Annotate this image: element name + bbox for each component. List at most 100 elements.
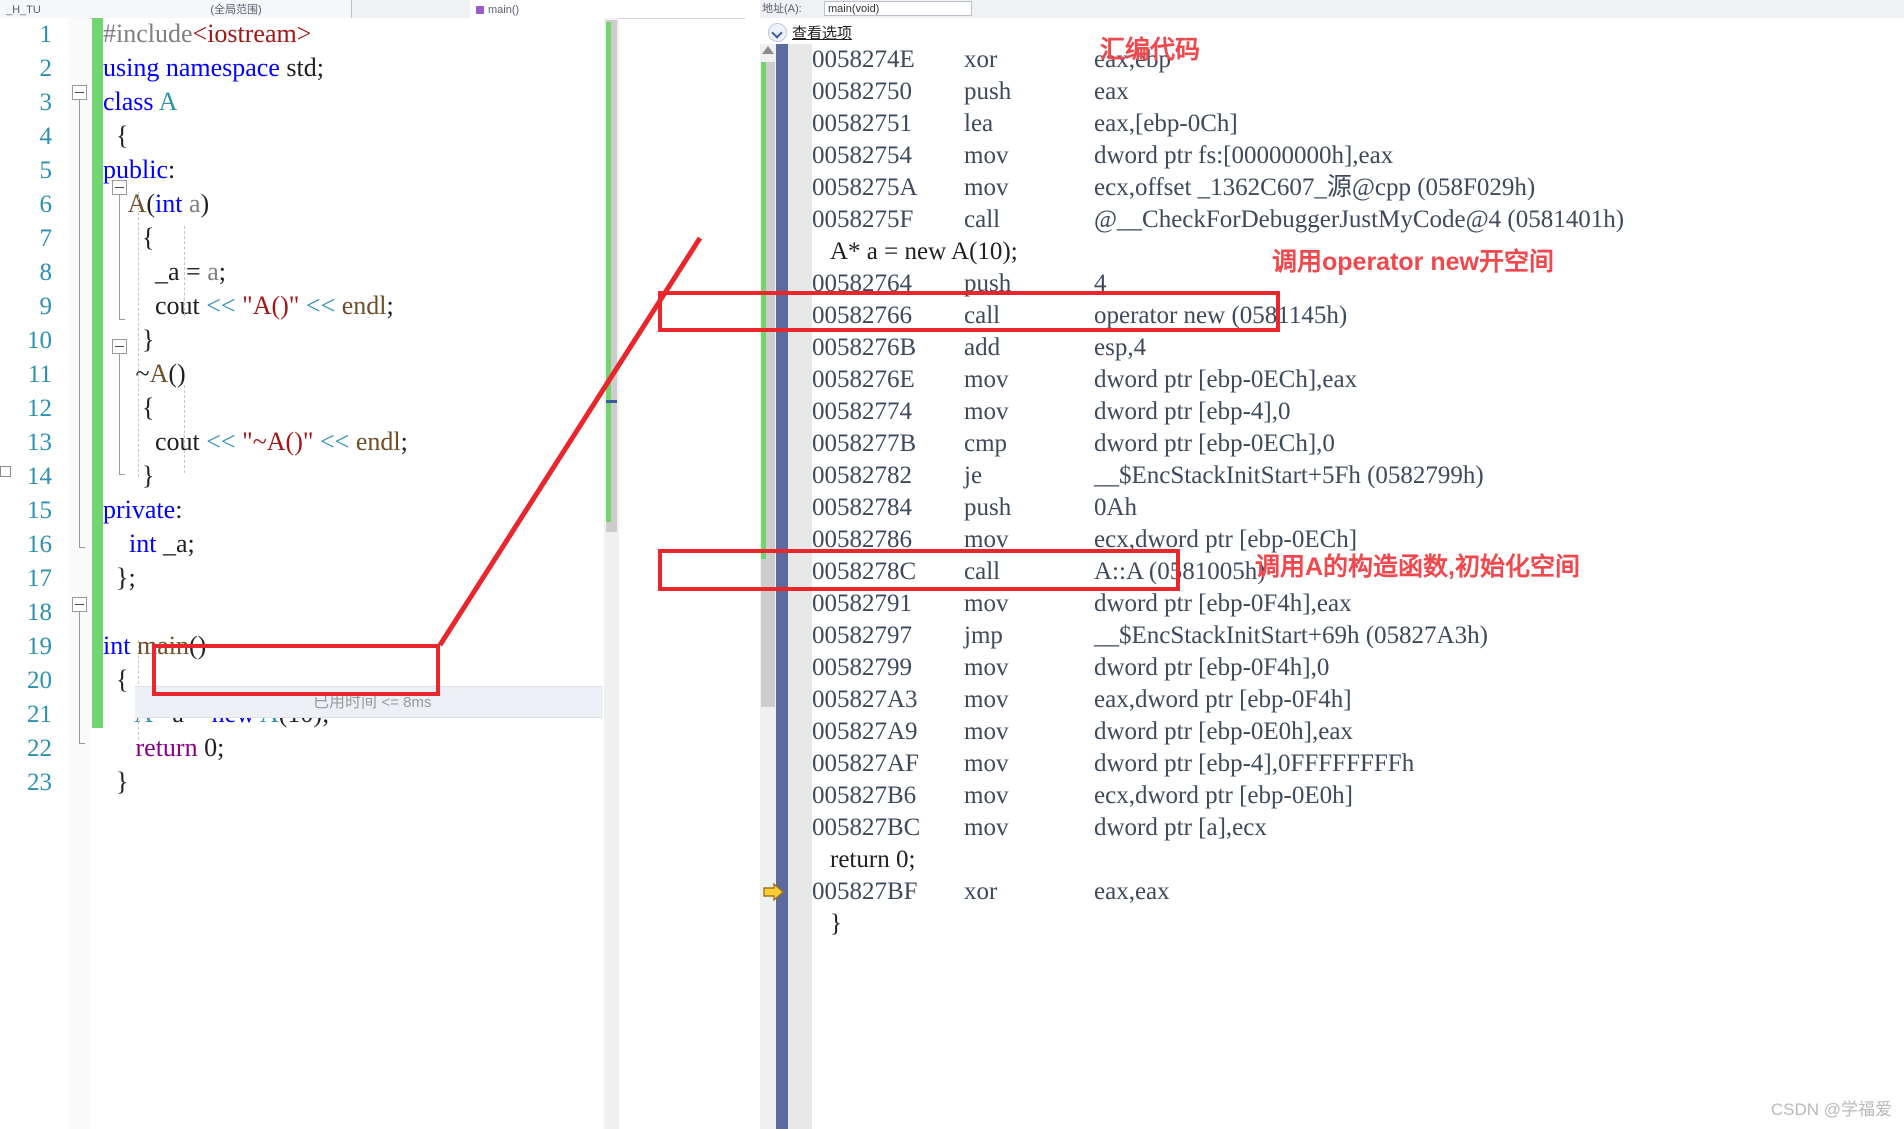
instruction-address: 005827BC <box>812 814 921 841</box>
code-line[interactable]: int main() <box>103 629 206 663</box>
code-token: << <box>305 291 336 320</box>
view-options-link[interactable]: 查看选项 <box>792 22 852 43</box>
code-line[interactable]: cout << "A()" << endl; <box>103 289 394 323</box>
code-line[interactable]: }; <box>103 561 136 595</box>
editor-scope-dropdown[interactable]: (全局范围) <box>121 0 352 18</box>
disassembly-row[interactable]: 0058275F call @__CheckForDebuggerJustMyCod… <box>812 204 1624 236</box>
instruction-mnemonic: add <box>964 334 1001 361</box>
code-line[interactable]: private: <box>103 493 182 527</box>
disassembly-row[interactable]: 005827B6 mov ecx,dword ptr [ebp-0E0h] <box>812 780 1353 812</box>
line-number: 3 <box>39 89 53 116</box>
code-token: A <box>158 87 178 116</box>
disassembly-row[interactable]: 005827AF mov dword ptr [ebp-4],0FFFFFFFFh <box>812 748 1414 780</box>
code-line[interactable]: _a = a; <box>103 255 226 289</box>
instruction-mnemonic: mov <box>964 174 1009 201</box>
code-line[interactable]: { <box>103 391 154 425</box>
elapsed-time-label: 已用时间 <= 8ms <box>313 688 432 712</box>
disassembly-row[interactable]: 00582750 push eax <box>812 76 1129 108</box>
disassembly-row[interactable]: 0058275A mov ecx,offset _1362C607_源@cpp (0… <box>812 172 1535 204</box>
code-line[interactable]: return 0; <box>103 731 225 765</box>
disassembly-row[interactable]: 0058276B add esp,4 <box>812 332 1146 364</box>
fold-toggle-dtor[interactable] <box>112 339 127 354</box>
code-token: endl <box>341 291 387 320</box>
code-line[interactable]: using namespace std; <box>103 51 324 85</box>
editor-line-number-gutter: 1 2 3 4 5 6 7 8 9 10 11 12 13 14 15 16 17 18 19 20 21 22 23 <box>0 18 68 1129</box>
disassembly-row[interactable]: 00582774 mov dword ptr [ebp-4],0 <box>812 396 1290 428</box>
code-line[interactable]: { <box>103 119 128 153</box>
disassembly-row[interactable]: 00582782 je __$EncStackInitStart+5Fh (0582… <box>812 460 1484 492</box>
code-token: ; <box>386 291 394 320</box>
fold-toggle-ctor[interactable] <box>112 180 127 195</box>
instruction-operands: 4 <box>1094 270 1107 297</box>
code-line[interactable]: class A <box>103 85 177 119</box>
code-line[interactable]: { <box>103 663 128 697</box>
line-number: 12 <box>27 395 52 422</box>
disassembly-row[interactable]: 00582751 lea eax,[ebp-0Ch] <box>812 108 1238 140</box>
disassembly-row[interactable]: 00582764 push 4 <box>812 268 1107 300</box>
code-token: << <box>319 427 350 456</box>
code-token: () <box>168 359 186 388</box>
splitter-handle-left[interactable] <box>0 466 11 477</box>
code-token: #include <box>103 19 193 48</box>
instruction-address: 005827A9 <box>812 718 918 745</box>
disassembly-breakpoint-gutter[interactable] <box>788 44 812 1129</box>
code-line[interactable]: int _a; <box>103 527 195 561</box>
code-token: { <box>103 665 129 694</box>
instruction-address: 00582786 <box>812 526 912 553</box>
line-number: 10 <box>27 327 52 354</box>
disassembly-row[interactable]: 00582784 push 0Ah <box>812 492 1137 524</box>
address-input[interactable]: main(void) <box>824 1 972 16</box>
disassembly-row[interactable]: 005827A9 mov dword ptr [ebp-0E0h],eax <box>812 716 1353 748</box>
fold-foot-main <box>79 743 85 744</box>
instruction-address: 00582754 <box>812 142 912 169</box>
disassembly-row[interactable]: 005827BC mov dword ptr [a],ecx <box>812 812 1267 844</box>
editor-tab-file[interactable]: _H_TU <box>0 0 127 18</box>
code-line[interactable]: } <box>103 459 154 493</box>
fold-line-class-a <box>79 100 80 547</box>
code-token: _a; <box>156 529 195 558</box>
code-line[interactable]: } <box>103 765 128 799</box>
code-line[interactable]: { <box>103 221 154 255</box>
instruction-address: 00582751 <box>812 110 912 137</box>
scroll-up-arrow-icon[interactable] <box>762 46 774 54</box>
editor-code-area[interactable]: #include<iostream> using namespace std; cl… <box>103 18 613 1129</box>
line-number: 21 <box>27 701 52 728</box>
disassembly-row[interactable]: 0058276E mov dword ptr [ebp-0ECh],eax <box>812 364 1357 396</box>
line-number: 5 <box>39 157 53 184</box>
disassembly-source-line: A* a = new A(10); <box>830 238 1018 265</box>
disassembly-vertical-scrollbar[interactable] <box>760 44 776 1129</box>
editor-member-dropdown[interactable]: main() <box>470 0 745 18</box>
disassembly-source-line: } <box>830 910 842 937</box>
code-token: A <box>149 359 169 388</box>
code-token: { <box>103 121 129 150</box>
disassembly-row[interactable]: 00582766 call operator new (0581145h) <box>812 300 1347 332</box>
code-token: 0; <box>197 733 225 762</box>
instruction-address: 00582774 <box>812 398 912 425</box>
disassembly-row[interactable]: 005827BF xor eax,eax <box>812 876 1170 908</box>
disassembly-row[interactable]: 0058278C call A::A (0581005h) <box>812 556 1266 588</box>
disassembly-listing[interactable]: 0058274E xor eax,ebp 00582750 push eax 0058275… <box>812 44 1904 1129</box>
fold-toggle-class-a[interactable] <box>72 85 87 100</box>
code-token: { <box>103 223 155 252</box>
editor-vertical-scrollbar[interactable] <box>604 18 619 1129</box>
instruction-mnemonic: xor <box>964 878 998 905</box>
fold-toggle-main[interactable] <box>72 597 87 612</box>
code-line[interactable]: #include<iostream> <box>103 17 311 51</box>
disassembly-row[interactable]: 005827A3 mov eax,dword ptr [ebp-0F4h] <box>812 684 1352 716</box>
disassembly-row[interactable]: 00582799 mov dword ptr [ebp-0F4h],0 <box>812 652 1329 684</box>
code-line[interactable]: } <box>103 323 154 357</box>
code-token: a <box>207 257 219 286</box>
disassembly-row[interactable]: 00582791 mov dword ptr [ebp-0F4h],eax <box>812 588 1352 620</box>
code-token: << <box>206 427 236 456</box>
chevron-down-icon[interactable] <box>768 23 787 42</box>
instruction-operands: dword ptr [ebp-0ECh],0 <box>1094 430 1335 457</box>
disassembly-row[interactable]: 00582797 jmp __$EncStackInitStart+69h (058… <box>812 620 1488 652</box>
code-token: : <box>175 495 183 524</box>
code-line[interactable]: ~A() <box>103 357 186 391</box>
disassembly-row[interactable]: 00582754 mov dword ptr fs:[00000000h],eax <box>812 140 1393 172</box>
disassembly-row[interactable]: 0058277B cmp dword ptr [ebp-0ECh],0 <box>812 428 1335 460</box>
code-line[interactable]: cout << "~A()" << endl; <box>103 425 408 459</box>
fold-foot-class-a <box>79 547 85 548</box>
instruction-address: 00582782 <box>812 462 912 489</box>
